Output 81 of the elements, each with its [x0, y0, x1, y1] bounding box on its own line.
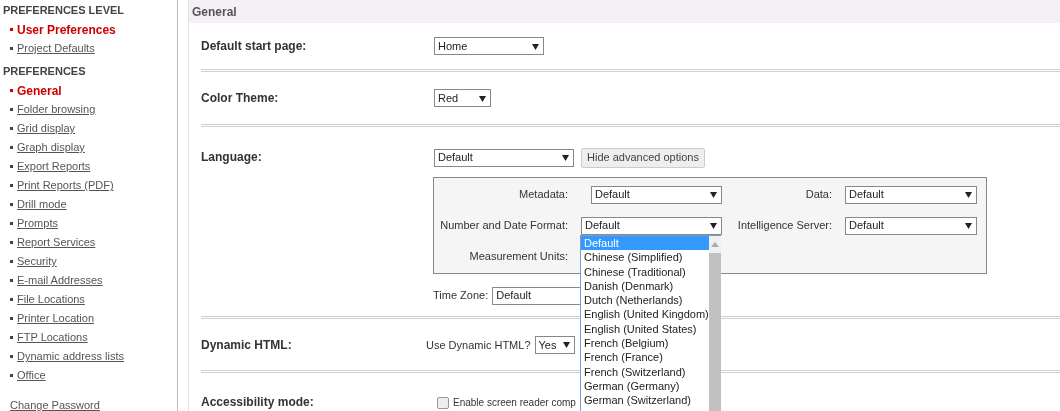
sidebar-link[interactable]: File Locations	[17, 291, 85, 308]
sidebar-link[interactable]: Graph display	[17, 139, 85, 156]
sidebar-link[interactable]: Export Reports	[17, 158, 91, 175]
sidebar-link[interactable]: Drill mode	[17, 196, 67, 213]
sidebar-link[interactable]: Print Reports (PDF)	[17, 177, 114, 194]
dropdown-option[interactable]: English (United Kingdom)	[581, 307, 709, 322]
sidebar-link[interactable]: E-mail Addresses	[17, 272, 103, 289]
bullet-icon	[10, 203, 13, 206]
sidebar-link[interactable]: FTP Locations	[17, 329, 88, 346]
metadata-label: Metadata:	[518, 187, 568, 203]
caret-icon	[479, 95, 486, 102]
sidebar-link[interactable]: Project Defaults	[17, 40, 95, 57]
section-heading: PREFERENCES	[2, 64, 87, 80]
bullet-icon	[10, 127, 13, 130]
bullet-icon	[10, 146, 13, 149]
bullet-icon	[10, 241, 13, 244]
dropdown-select[interactable]: Red	[434, 89, 491, 108]
setting-label: Color Theme:	[201, 90, 280, 108]
bullet-icon	[10, 260, 13, 263]
dropdown-select[interactable]: Default	[581, 216, 722, 235]
bullet-icon	[10, 279, 13, 282]
bullet-icon	[10, 28, 13, 31]
dropdown-select[interactable]: Default	[845, 185, 977, 204]
setting-label: Dynamic HTML:	[201, 336, 293, 354]
caret-icon	[562, 341, 570, 349]
dropdown-option[interactable]: German (Germany)	[581, 378, 709, 394]
sidebar-link[interactable]: Office	[17, 367, 46, 384]
caret-icon	[965, 222, 972, 230]
dropdown-option[interactable]: Chinese (Traditional)	[581, 264, 709, 279]
dropdown-option[interactable]: English (United States)	[581, 321, 709, 337]
dynamic-html-question: Use Dynamic HTML?	[426, 337, 531, 353]
dropdown-select[interactable]: Default	[591, 185, 722, 204]
dropdown-option[interactable]: French (Belgium)	[581, 336, 709, 351]
bullet-icon	[10, 47, 13, 50]
sidebar-link[interactable]: Report Services	[17, 234, 96, 251]
sidebar-link[interactable]: Folder browsing	[17, 101, 96, 118]
bullet-icon	[10, 355, 13, 358]
sidebar-link[interactable]: Security	[17, 253, 57, 270]
intelligence-server-label: Intelligence Server:	[736, 218, 832, 234]
caret-icon	[965, 191, 972, 199]
data-label: Data:	[804, 187, 832, 203]
hide-advanced-button[interactable]: Hide advanced options	[581, 147, 705, 168]
dropdown-option[interactable]: French (Switzerland)	[581, 364, 709, 379]
bullet-icon	[10, 89, 13, 92]
dropdown-select[interactable]: Home	[434, 37, 544, 56]
scroll-up-icon[interactable]	[710, 242, 719, 247]
caret-icon	[532, 42, 539, 50]
dropdown-option[interactable]: French (France)	[581, 350, 709, 365]
setting-label: Accessibility mode:	[201, 394, 315, 411]
bullet-icon	[10, 317, 13, 320]
dropdown-option[interactable]: German (Switzerland)	[581, 393, 709, 408]
sidebar-link[interactable]: General	[17, 81, 62, 100]
bullet-icon	[10, 374, 13, 377]
dropdown-option[interactable]: Chinese (Simplified)	[581, 250, 709, 265]
section-heading: PREFERENCES LEVEL	[2, 3, 126, 19]
bullet-icon	[10, 165, 13, 168]
caret-icon	[710, 191, 717, 199]
checkbox[interactable]	[437, 396, 449, 409]
sidebar-link[interactable]: Grid display	[17, 120, 76, 137]
setting-label: Language:	[201, 148, 263, 166]
bullet-icon	[10, 298, 13, 301]
caret-icon	[562, 154, 569, 162]
measurement-units-label: Measurement Units:	[468, 248, 568, 264]
sidebar-link[interactable]: Printer Location	[17, 310, 95, 327]
bullet-icon	[10, 108, 13, 111]
sidebar-link[interactable]: User Preferences	[17, 20, 116, 39]
bullet-icon	[10, 336, 13, 339]
bullet-icon	[10, 184, 13, 187]
dropdown-select[interactable]: Default	[434, 148, 574, 167]
sidebar-link[interactable]: Prompts	[17, 215, 58, 232]
dropdown-select[interactable]: Default	[845, 216, 977, 235]
number-format-label: Number and Date Format:	[439, 218, 568, 234]
bullet-icon	[10, 222, 13, 225]
setting-label: Default start page:	[201, 38, 308, 56]
section-header: General	[189, 0, 1060, 24]
checkbox-label: Enable screen reader comp	[453, 396, 576, 410]
time-zone-label: Time Zone:	[433, 288, 489, 304]
change-password-link[interactable]: Change Password	[10, 397, 177, 411]
caret-icon	[710, 222, 717, 230]
dropdown-select[interactable]: Yes	[534, 335, 575, 354]
sidebar-link[interactable]: Dynamic address lists	[17, 348, 124, 365]
